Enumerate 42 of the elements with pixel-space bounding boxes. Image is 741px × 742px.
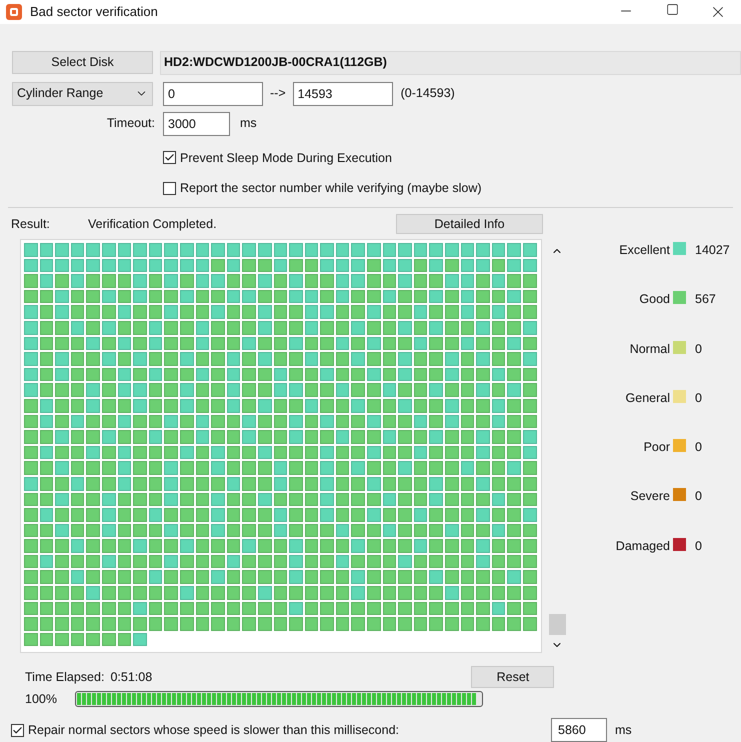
option-label[interactable]: Prevent Sleep Mode During Execution xyxy=(180,148,392,168)
option-label[interactable]: Report the sector number while verifying (maybe slow) xyxy=(180,179,482,198)
legend-label: Severe xyxy=(629,488,670,506)
legend-count: 0 xyxy=(695,340,702,358)
legend-label: Good xyxy=(638,291,670,308)
window-title: Bad sector verification xyxy=(30,3,158,21)
range-end-field[interactable]: 14593 xyxy=(292,82,393,106)
repair-threshold-field[interactable]: 5860 xyxy=(551,718,607,742)
legend-count: 0 xyxy=(695,390,702,407)
elapsed-label: Time Elapsed: xyxy=(25,668,104,686)
timeout-field[interactable]: 3000 xyxy=(163,112,230,136)
detailed-info-button[interactable]: Detailed Info xyxy=(396,214,543,234)
range-arrow: --> xyxy=(270,85,286,102)
legend-count: 14027 xyxy=(695,242,730,259)
repair-label[interactable]: Repair normal sectors whose speed is slower than this millisecond: xyxy=(28,720,551,740)
result-label: Result: xyxy=(11,216,51,233)
checkbox[interactable] xyxy=(11,724,24,736)
legend-count: 0 xyxy=(695,538,702,555)
checkbox[interactable] xyxy=(163,151,176,164)
disk-name: HD2:WDCWD1200JB-00CRA1(112GB) xyxy=(160,50,741,74)
range-dropdown[interactable]: Cylinder Range xyxy=(12,82,153,106)
timeout-label: Timeout: xyxy=(106,115,155,132)
timeout-unit: ms xyxy=(240,115,257,132)
progress-percent: 100% xyxy=(25,690,58,708)
legend-label: Excellent xyxy=(618,242,670,259)
elapsed-time: 0:51:08 xyxy=(110,668,154,686)
result-status: Verification Completed. xyxy=(88,216,218,233)
legend-label: General xyxy=(624,390,670,407)
range-hint: (0-14593) xyxy=(400,85,455,102)
legend-count: 0 xyxy=(695,439,702,456)
legend-count: 567 xyxy=(695,291,716,308)
scrollbar-thumb[interactable] xyxy=(548,614,566,635)
legend-label: Poor xyxy=(642,439,670,456)
repair-unit: ms xyxy=(615,722,632,739)
legend-count: 0 xyxy=(695,488,702,506)
app-icon xyxy=(6,4,22,20)
select-disk-button[interactable]: Select Disk xyxy=(12,51,153,74)
legend-label: Normal xyxy=(628,340,670,358)
checkbox[interactable] xyxy=(163,182,176,196)
range-start-field[interactable]: 0 xyxy=(163,82,263,106)
reset-button[interactable]: Reset xyxy=(471,666,554,688)
legend-label: Damaged xyxy=(614,538,670,555)
